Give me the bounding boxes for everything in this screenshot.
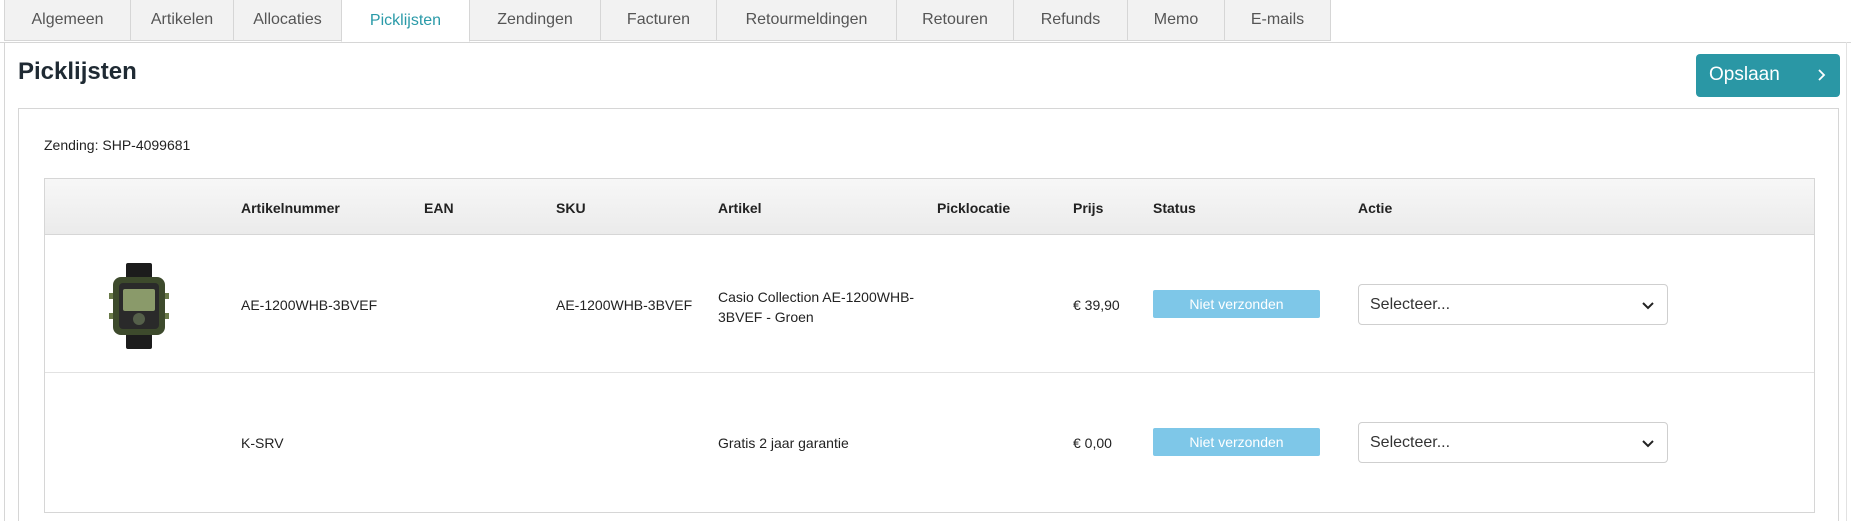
tab-artikelen[interactable]: Artikelen: [130, 0, 234, 41]
table-row: K-SRV Gratis 2 jaar garantie € 0,00 Niet…: [45, 373, 1814, 512]
action-select[interactable]: Selecteer...: [1358, 422, 1668, 463]
col-picklocatie: Picklocatie: [937, 200, 1011, 216]
action-select[interactable]: Selecteer...: [1358, 284, 1668, 325]
col-artikel: Artikel: [718, 200, 762, 216]
action-select-value: Selecteer...: [1370, 434, 1451, 451]
article-name-line1: Casio Collection AE-1200WHB-: [718, 289, 915, 305]
tab-facturen[interactable]: Facturen: [600, 0, 717, 41]
status-badge: Niet verzonden: [1153, 290, 1320, 318]
shipment-label: Zending: SHP-4099681: [44, 137, 191, 153]
watch-thumbnail: [99, 263, 179, 349]
article-name-line2: 3BVEF - Groen: [718, 309, 814, 325]
chevron-right-icon: [1816, 63, 1828, 93]
content-border-right: [1846, 42, 1847, 521]
table-row: AE-1200WHB-3BVEF AE-1200WHB-3BVEF Casio …: [45, 235, 1814, 373]
price: € 39,90: [1073, 297, 1120, 313]
tab-refunds[interactable]: Refunds: [1013, 0, 1128, 41]
col-prijs: Prijs: [1073, 200, 1104, 216]
tab-retouren[interactable]: Retouren: [896, 0, 1014, 41]
tab-allocaties[interactable]: Allocaties: [233, 0, 342, 41]
chevron-down-icon: [1640, 435, 1656, 451]
tab-bar: Algemeen Artikelen Allocaties Picklijste…: [0, 0, 1851, 43]
col-actie: Actie: [1358, 200, 1393, 216]
price: € 0,00: [1073, 435, 1112, 451]
content-border-left: [4, 42, 5, 521]
col-sku: SKU: [556, 200, 586, 216]
article-name: Gratis 2 jaar garantie: [718, 435, 849, 451]
table-header: Artikelnummer EAN SKU Artikel Picklocati…: [45, 179, 1814, 235]
status-badge: Niet verzonden: [1153, 428, 1320, 456]
tab-algemeen[interactable]: Algemeen: [4, 0, 131, 41]
chevron-down-icon: [1640, 297, 1656, 313]
tab-zendingen[interactable]: Zendingen: [469, 0, 601, 41]
action-select-value: Selecteer...: [1370, 296, 1451, 313]
page-title: Picklijsten: [18, 58, 137, 85]
tab-retourmeldingen[interactable]: Retourmeldingen: [716, 0, 897, 41]
tab-memo[interactable]: Memo: [1127, 0, 1225, 41]
article-number: K-SRV: [241, 435, 284, 451]
tabs: Algemeen Artikelen Allocaties Picklijste…: [4, 0, 1331, 42]
tab-e-mails[interactable]: E-mails: [1224, 0, 1331, 41]
article-name: Casio Collection AE-1200WHB- 3BVEF - Gro…: [718, 287, 914, 327]
col-status: Status: [1153, 200, 1196, 216]
col-artikelnummer: Artikelnummer: [241, 200, 340, 216]
sku: AE-1200WHB-3BVEF: [556, 297, 693, 313]
col-ean: EAN: [424, 200, 454, 216]
save-button[interactable]: Opslaan: [1696, 54, 1840, 97]
tab-picklijsten[interactable]: Picklijsten: [341, 0, 470, 42]
save-button-label: Opslaan: [1709, 64, 1780, 85]
article-number: AE-1200WHB-3BVEF: [241, 297, 378, 313]
picklist-table: Artikelnummer EAN SKU Artikel Picklocati…: [44, 178, 1815, 513]
